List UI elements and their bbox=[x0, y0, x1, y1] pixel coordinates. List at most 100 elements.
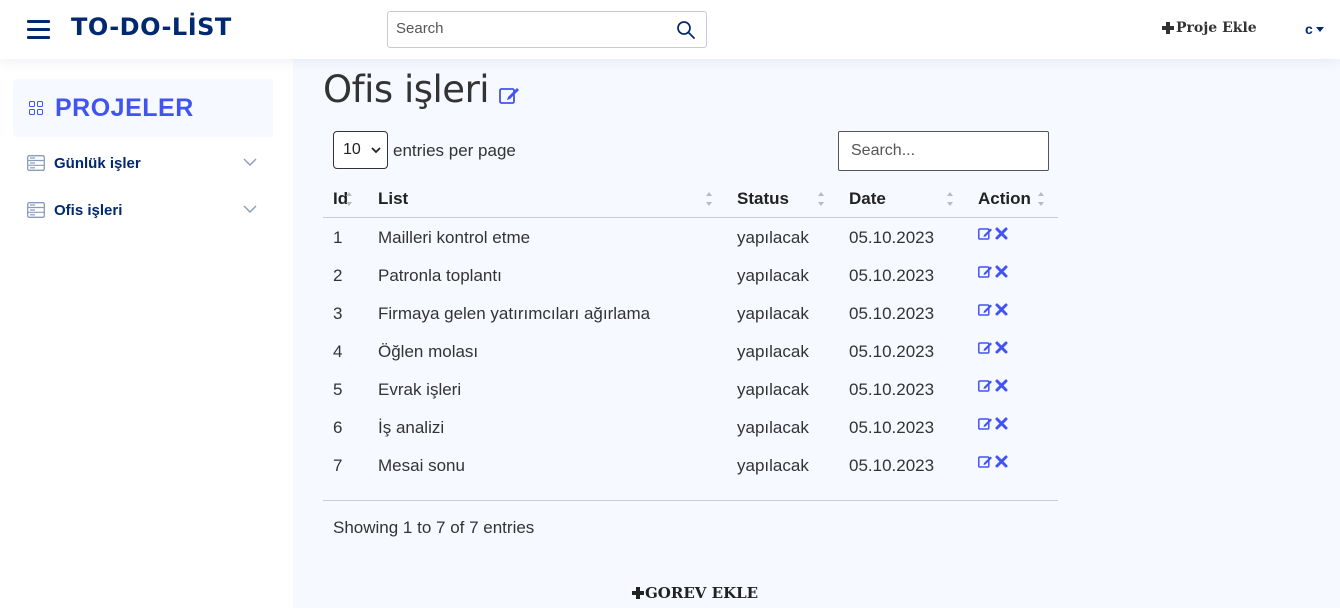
table-search bbox=[838, 131, 1049, 171]
cell-date: 05.10.2023 bbox=[849, 456, 935, 475]
row-actions bbox=[978, 340, 1009, 355]
sidebar: PROJELER Günlük işler Ofis işleri bbox=[0, 59, 293, 608]
cell-list: Mesai sonu bbox=[378, 456, 465, 475]
cell-id: 3 bbox=[333, 304, 343, 323]
delete-icon[interactable] bbox=[994, 340, 1009, 355]
column-header-list[interactable]: List bbox=[378, 189, 408, 209]
edit-icon[interactable] bbox=[978, 226, 993, 241]
add-project-button[interactable]: Proje Ekle bbox=[1161, 20, 1257, 36]
edit-icon[interactable] bbox=[978, 454, 993, 469]
cell-list: Firmaya gelen yatırımcıları ağırlama bbox=[378, 304, 651, 323]
sort-icon[interactable] bbox=[946, 189, 954, 209]
cell-list: Öğlen molası bbox=[378, 342, 479, 361]
add-task-label: GOREV EKLE bbox=[645, 584, 759, 602]
cell-date: 05.10.2023 bbox=[849, 418, 935, 437]
row-actions bbox=[978, 378, 1009, 393]
top-header: TO-DO-LİST Proje Ekle c bbox=[0, 0, 1340, 59]
sort-icon[interactable] bbox=[345, 189, 353, 209]
cell-date: 05.10.2023 bbox=[849, 228, 935, 247]
user-dropdown[interactable]: c bbox=[1305, 21, 1324, 37]
cell-status: yapılacak bbox=[737, 228, 809, 247]
delete-icon[interactable] bbox=[994, 264, 1009, 279]
cell-list: Patronla toplantı bbox=[378, 266, 502, 285]
cell-status: yapılacak bbox=[737, 456, 809, 475]
header-search-input[interactable] bbox=[396, 20, 666, 37]
delete-icon[interactable] bbox=[994, 378, 1009, 393]
sort-icon[interactable] bbox=[817, 189, 825, 209]
table-row: 2 Patronla toplantı yapılacak 05.10.2023 bbox=[323, 256, 1058, 294]
table-row: 4 Öğlen molası yapılacak 05.10.2023 bbox=[323, 332, 1058, 370]
page-title: Ofis işleri bbox=[323, 68, 490, 111]
column-header-status[interactable]: Status bbox=[737, 189, 789, 209]
cell-list: Evrak işleri bbox=[378, 380, 462, 399]
cell-date: 05.10.2023 bbox=[849, 342, 935, 361]
edit-icon[interactable] bbox=[978, 416, 993, 431]
row-actions bbox=[978, 264, 1009, 279]
entries-per-page-value: 10 bbox=[343, 141, 361, 158]
caret-down-icon bbox=[1315, 26, 1324, 32]
delete-icon[interactable] bbox=[994, 416, 1009, 431]
edit-icon[interactable] bbox=[978, 378, 993, 393]
table-row: 7 Mesai sonu yapılacak 05.10.2023 bbox=[323, 446, 1058, 484]
cell-list: İş analizi bbox=[378, 418, 445, 437]
sidebar-title: PROJELER bbox=[55, 93, 194, 122]
sidebar-item-ofis-isleri[interactable]: Ofis işleri bbox=[13, 194, 273, 226]
cell-date: 05.10.2023 bbox=[849, 266, 935, 285]
cell-id: 1 bbox=[333, 228, 343, 247]
edit-icon[interactable] bbox=[978, 264, 993, 279]
edit-icon[interactable] bbox=[978, 340, 993, 355]
sidebar-item-gunluk-isler[interactable]: Günlük işler bbox=[13, 147, 273, 179]
header-search-form bbox=[387, 11, 707, 48]
cell-status: yapılacak bbox=[737, 380, 809, 399]
table-bottom-divider bbox=[323, 500, 1058, 501]
edit-icon[interactable] bbox=[499, 85, 521, 105]
cell-id: 2 bbox=[333, 266, 343, 285]
app-logo[interactable]: TO-DO-LİST bbox=[71, 13, 232, 41]
column-header-date[interactable]: Date bbox=[849, 189, 886, 209]
cell-id: 5 bbox=[333, 380, 343, 399]
cell-status: yapılacak bbox=[737, 266, 809, 285]
cell-id: 7 bbox=[333, 456, 343, 475]
entries-per-page-select[interactable]: 10 bbox=[333, 131, 388, 169]
plus-icon bbox=[632, 587, 644, 599]
entries-per-page-label: entries per page bbox=[393, 141, 516, 160]
cell-date: 05.10.2023 bbox=[849, 304, 935, 323]
chevron-down-icon[interactable] bbox=[243, 157, 257, 167]
add-project-label: Proje Ekle bbox=[1176, 20, 1257, 36]
row-actions bbox=[978, 302, 1009, 317]
document-list-icon bbox=[27, 202, 45, 218]
sidebar-item-label: Ofis işleri bbox=[54, 201, 123, 219]
plus-icon bbox=[1162, 22, 1174, 34]
menu-toggle-icon[interactable] bbox=[27, 19, 50, 39]
search-icon[interactable] bbox=[676, 20, 696, 40]
row-actions bbox=[978, 454, 1009, 469]
table-header-row: Id List Status Date Action bbox=[323, 180, 1058, 218]
cell-id: 6 bbox=[333, 418, 343, 437]
chevron-down-icon[interactable] bbox=[243, 204, 257, 214]
table-row: 3 Firmaya gelen yatırımcıları ağırlama y… bbox=[323, 294, 1058, 332]
row-actions bbox=[978, 226, 1009, 241]
chevron-down-icon bbox=[371, 147, 381, 154]
delete-icon[interactable] bbox=[994, 302, 1009, 317]
add-task-button[interactable]: GOREV EKLE bbox=[631, 584, 758, 602]
grid-icon bbox=[29, 101, 43, 115]
table-row: 6 İş analizi yapılacak 05.10.2023 bbox=[323, 408, 1058, 446]
document-list-icon bbox=[27, 155, 45, 171]
delete-icon[interactable] bbox=[994, 226, 1009, 241]
user-initial: c bbox=[1305, 21, 1313, 37]
row-actions bbox=[978, 416, 1009, 431]
table-info: Showing 1 to 7 of 7 entries bbox=[333, 518, 535, 537]
edit-icon[interactable] bbox=[978, 302, 993, 317]
delete-icon[interactable] bbox=[994, 454, 1009, 469]
page-title-wrap: Ofis işleri bbox=[323, 68, 521, 111]
sort-icon[interactable] bbox=[1037, 189, 1045, 209]
table-search-input[interactable] bbox=[851, 142, 1041, 160]
cell-id: 4 bbox=[333, 342, 343, 361]
table-row: 1 Mailleri kontrol etme yapılacak 05.10.… bbox=[323, 218, 1058, 256]
sidebar-projects-heading[interactable]: PROJELER bbox=[13, 79, 273, 137]
cell-date: 05.10.2023 bbox=[849, 380, 935, 399]
cell-status: yapılacak bbox=[737, 304, 809, 323]
sort-icon[interactable] bbox=[705, 189, 713, 209]
cell-status: yapılacak bbox=[737, 342, 809, 361]
column-header-action[interactable]: Action bbox=[978, 189, 1031, 209]
